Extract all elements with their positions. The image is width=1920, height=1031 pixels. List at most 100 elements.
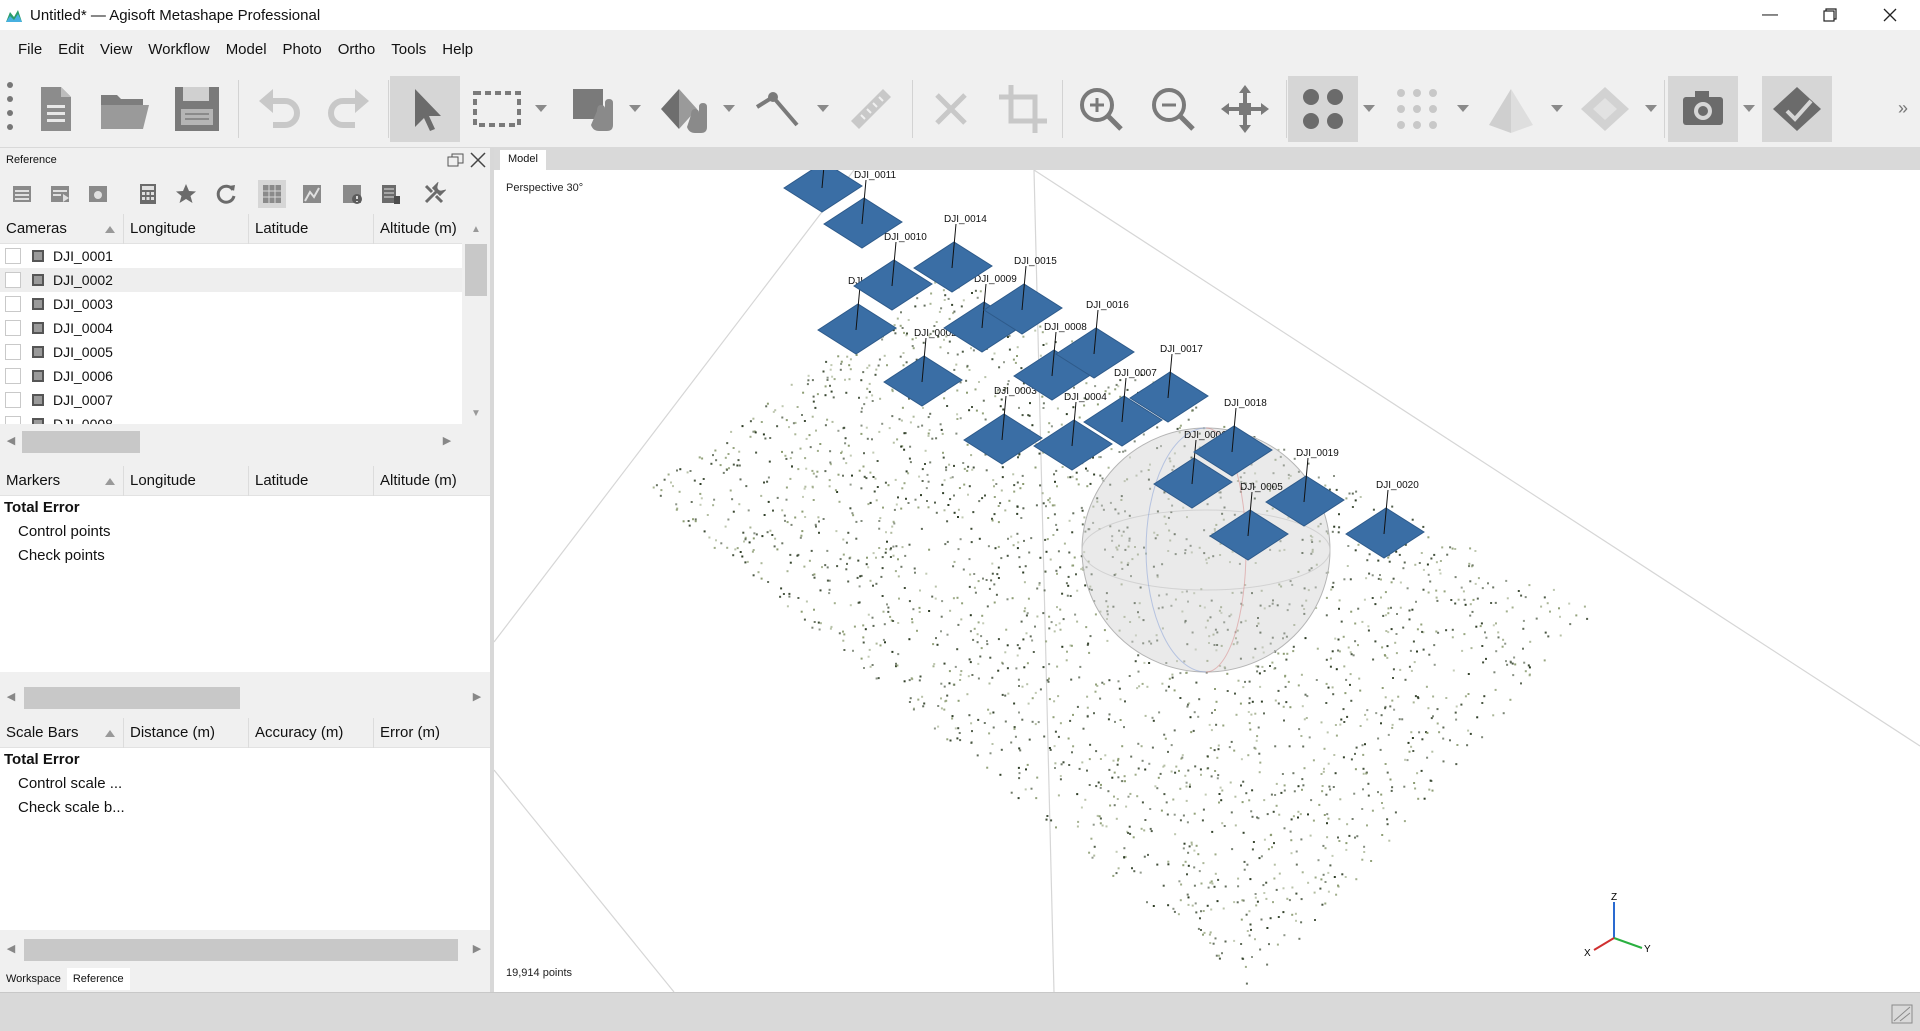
column-latitude[interactable]: Latitude (249, 465, 374, 496)
scroll-left-icon[interactable]: ◀ (4, 690, 18, 704)
chevron-down-icon[interactable] (1742, 104, 1756, 114)
rotate-object-button[interactable] (650, 76, 720, 142)
menu-tools[interactable]: Tools (391, 41, 426, 58)
view-source-button[interactable] (258, 180, 286, 208)
new-document-button[interactable] (20, 76, 90, 142)
chevron-down-icon[interactable] (722, 104, 736, 114)
scroll-right-icon[interactable]: ▶ (470, 942, 484, 956)
scalebars-total-error-row[interactable]: Total Error (0, 748, 490, 772)
column-error[interactable]: Error (m) (374, 718, 490, 748)
float-panel-icon[interactable] (446, 150, 466, 170)
tab-model[interactable]: Model (500, 150, 546, 170)
tiled-model-button[interactable] (1570, 76, 1640, 142)
camera-checkbox[interactable] (5, 296, 21, 312)
column-markers[interactable]: Markers (0, 465, 124, 496)
ruler-button[interactable] (836, 76, 906, 142)
tab-workspace[interactable]: Workspace (0, 968, 67, 990)
point-cloud-scene[interactable]: DJI_0001DJI_0002DJI_0003DJI_0004DJI_0005… (494, 170, 1920, 992)
minimize-icon[interactable]: — (1740, 0, 1800, 30)
model-shaded-button[interactable] (1476, 76, 1546, 142)
column-longitude[interactable]: Longitude (124, 465, 249, 496)
refresh-button[interactable] (212, 180, 240, 208)
camera-plane-dji_0003[interactable]: DJI_0003 (963, 386, 1043, 465)
camera-checkbox[interactable] (5, 320, 21, 336)
star-button[interactable] (172, 180, 200, 208)
calculator-button[interactable] (134, 180, 162, 208)
menu-model[interactable]: Model (226, 41, 267, 58)
chevron-down-icon[interactable] (1550, 104, 1564, 114)
chevron-down-icon[interactable] (628, 104, 642, 114)
markers-control-points-row[interactable]: Control points (0, 520, 490, 544)
crop-button[interactable] (988, 76, 1058, 142)
camera-row[interactable]: DJI_0004 (0, 316, 462, 340)
scrollbar-thumb[interactable] (24, 687, 240, 709)
camera-row[interactable]: DJI_0003 (0, 292, 462, 316)
menu-workflow[interactable]: Workflow (148, 41, 209, 58)
scroll-right-icon[interactable]: ▶ (440, 434, 454, 448)
point-cloud-button[interactable] (1288, 76, 1358, 142)
scroll-down-icon[interactable]: ▼ (471, 408, 481, 419)
show-cameras-button[interactable] (1668, 76, 1738, 142)
save-button[interactable] (162, 76, 232, 142)
show-region-button[interactable] (1762, 76, 1832, 142)
import-reference-button[interactable] (8, 180, 36, 208)
dense-cloud-button[interactable] (1382, 76, 1452, 142)
menu-photo[interactable]: Photo (283, 41, 322, 58)
view-errors-button[interactable] (338, 180, 366, 208)
chevron-down-icon[interactable] (534, 104, 548, 114)
camera-row[interactable]: DJI_0002 (0, 268, 462, 292)
camera-checkbox[interactable] (5, 248, 21, 264)
close-panel-icon[interactable] (468, 150, 488, 170)
redo-button[interactable] (314, 76, 384, 142)
view-estimated-button[interactable] (298, 180, 326, 208)
markers-horizontal-scrollbar[interactable]: ◀ ▶ (0, 684, 490, 712)
model-viewport[interactable]: DJI_0001DJI_0002DJI_0003DJI_0004DJI_0005… (494, 170, 1920, 992)
markers-check-points-row[interactable]: Check points (0, 544, 490, 568)
close-icon[interactable] (1860, 0, 1920, 30)
restore-icon[interactable] (1800, 0, 1860, 30)
scalebars-control-row[interactable]: Control scale ... (0, 772, 490, 796)
rectangle-selection-button[interactable] (462, 76, 532, 142)
open-button[interactable] (90, 76, 160, 142)
chevron-down-icon[interactable] (1362, 104, 1376, 114)
column-longitude[interactable]: Longitude (124, 213, 249, 244)
chevron-down-icon[interactable] (1456, 104, 1470, 114)
column-altitude[interactable]: Altitude (m) (374, 214, 462, 244)
markers-total-error-row[interactable]: Total Error (0, 496, 490, 520)
column-cameras[interactable]: Cameras (0, 213, 124, 244)
move-region-button[interactable] (560, 76, 630, 142)
scroll-up-icon[interactable]: ▲ (471, 224, 481, 235)
column-distance[interactable]: Distance (m) (124, 717, 249, 748)
reset-view-button[interactable] (1210, 76, 1280, 142)
scrollbar-thumb[interactable] (465, 244, 487, 296)
cameras-vertical-scrollbar[interactable]: ▲ ▼ (462, 214, 490, 428)
export-reference-button[interactable] (46, 180, 74, 208)
camera-row[interactable]: DJI_0001 (0, 244, 462, 268)
menu-file[interactable]: File (18, 41, 42, 58)
column-accuracy[interactable]: Accuracy (m) (249, 717, 374, 748)
menu-help[interactable]: Help (442, 41, 473, 58)
resize-grip-icon[interactable] (1890, 1003, 1914, 1025)
cameras-horizontal-scrollbar[interactable]: ◀ ▶ (0, 428, 462, 456)
camera-row[interactable]: DJI_0005 (0, 340, 462, 364)
camera-checkbox[interactable] (5, 368, 21, 384)
scroll-right-icon[interactable]: ▶ (470, 690, 484, 704)
view-variance-button[interactable] (376, 180, 404, 208)
camera-checkbox[interactable] (5, 272, 21, 288)
delete-selection-button[interactable] (916, 76, 986, 142)
column-altitude[interactable]: Altitude (m) (374, 466, 490, 496)
tab-reference[interactable]: Reference (66, 968, 130, 990)
scroll-left-icon[interactable]: ◀ (4, 942, 18, 956)
scroll-left-icon[interactable]: ◀ (4, 434, 18, 448)
camera-row[interactable]: DJI_0008 (0, 412, 462, 424)
camera-checkbox[interactable] (5, 416, 21, 424)
draw-polyline-button[interactable] (744, 76, 814, 142)
zoom-in-button[interactable] (1066, 76, 1136, 142)
camera-row[interactable]: DJI_0007 (0, 388, 462, 412)
camera-plane-dji_0002[interactable]: DJI_0002 (883, 328, 963, 407)
undo-button[interactable] (244, 76, 314, 142)
chevron-down-icon[interactable] (816, 104, 830, 114)
toolbar-grip-icon[interactable] (6, 81, 14, 135)
menu-edit[interactable]: Edit (58, 41, 84, 58)
toolbar-overflow-icon[interactable]: » (1898, 98, 1908, 119)
